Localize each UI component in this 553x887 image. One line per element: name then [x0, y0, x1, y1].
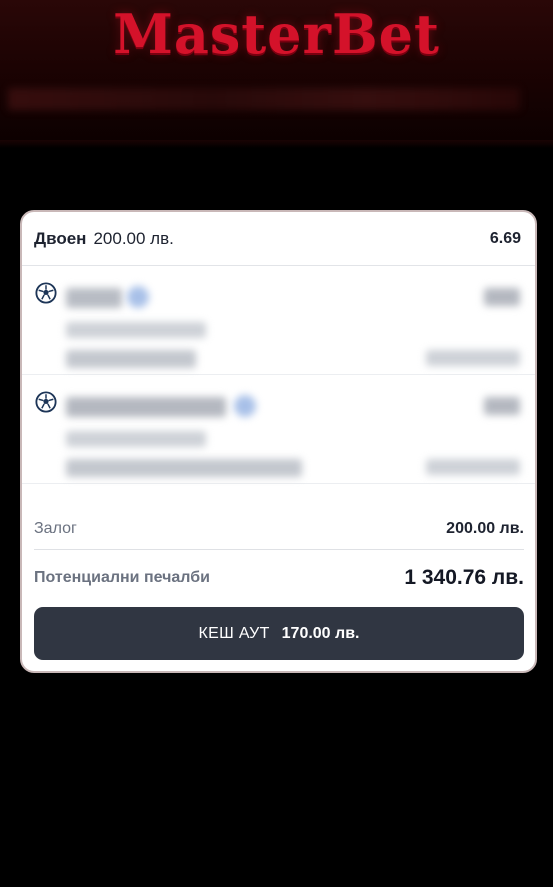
blurred-team-name: [66, 397, 226, 417]
bet-amount: 200.00 лв.: [93, 228, 174, 248]
selection-item: [22, 266, 535, 375]
stake-value: 200.00 лв.: [446, 519, 524, 537]
bet-slip-header: Двоен 200.00 лв. 6.69: [22, 212, 535, 266]
blurred-event: [66, 459, 302, 477]
blurred-date: [426, 350, 520, 366]
blurred-event: [66, 350, 196, 368]
potential-win-row: Потенциални печалби 1 340.76 лв.: [34, 560, 524, 596]
cashout-label: КЕШ АУТ: [198, 624, 270, 642]
selection-item: [22, 375, 535, 484]
masterbet-logo: MasterBet: [113, 2, 440, 66]
total-odds: 6.69: [489, 229, 521, 247]
stake-row: Залог 200.00 лв.: [34, 508, 524, 550]
cashout-amount: 170.00 лв.: [281, 624, 360, 642]
potential-win-label: Потенциални печалби: [34, 569, 210, 586]
blurred-odds: [484, 288, 520, 306]
blurred-market: [66, 431, 206, 447]
bet-type: Двоен: [34, 228, 87, 248]
blurred-info-badge: [127, 286, 149, 308]
stake-label: Залог: [34, 519, 77, 537]
blurred-date: [426, 459, 520, 475]
cashout-button[interactable]: КЕШ АУТ 170.00 лв.: [34, 607, 524, 660]
blurred-team-name: [66, 288, 122, 308]
bet-slip-card: Двоен 200.00 лв. 6.69 Залог 200.00 лв. П…: [20, 210, 537, 673]
soccer-ball-icon: [35, 282, 57, 304]
blurred-market: [66, 322, 206, 338]
blurred-info-badge: [234, 395, 256, 417]
header-banner: MasterBet: [0, 0, 553, 148]
blurred-banner-text: [8, 88, 520, 110]
blurred-odds: [484, 397, 520, 415]
soccer-ball-icon: [35, 391, 57, 413]
potential-win-value: 1 340.76 лв.: [404, 566, 524, 589]
banner-divider: [0, 140, 553, 148]
